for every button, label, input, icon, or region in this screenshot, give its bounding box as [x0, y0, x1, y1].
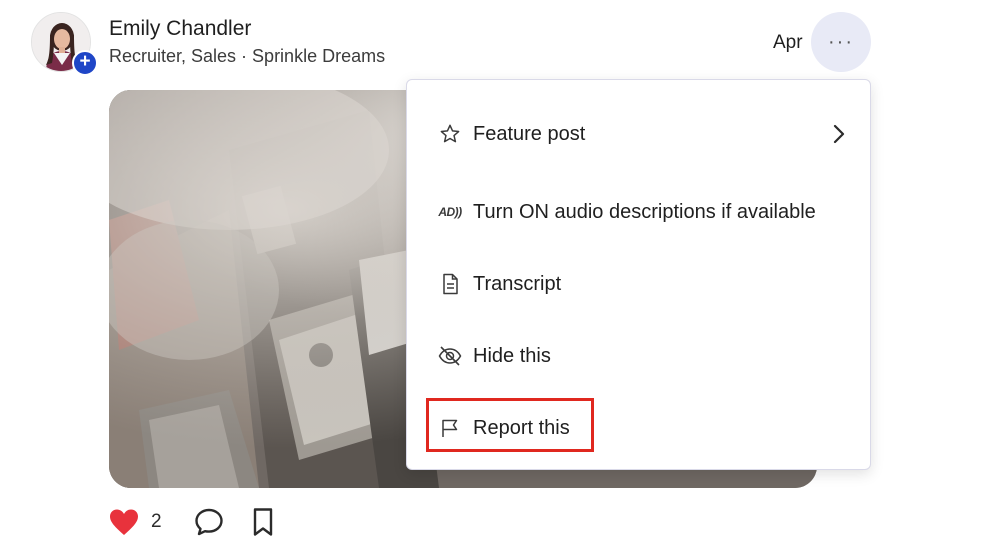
menu-item-label: Turn ON audio descriptions if available: [473, 200, 816, 223]
menu-item-report-this[interactable]: Report this: [407, 398, 870, 458]
menu-item-hide-this[interactable]: Hide this: [407, 326, 870, 386]
post-date: Apr: [773, 32, 803, 53]
document-icon: [438, 272, 462, 296]
bookmark-icon[interactable]: [250, 507, 276, 537]
follow-plus-icon[interactable]: +: [72, 50, 98, 76]
menu-item-transcript[interactable]: Transcript: [407, 254, 870, 314]
like-count[interactable]: 2: [151, 511, 162, 533]
eye-slash-icon: [438, 344, 462, 368]
flag-icon: [438, 416, 462, 440]
comment-icon[interactable]: [194, 507, 224, 537]
menu-item-label: Transcript: [473, 272, 562, 295]
chevron-right-icon: [833, 124, 845, 144]
ellipsis-icon: ···: [828, 30, 854, 53]
author-avatar-wrap[interactable]: +: [31, 12, 98, 76]
menu-item-feature-post[interactable]: Feature post: [407, 104, 870, 164]
more-options-button[interactable]: ···: [811, 12, 871, 72]
menu-item-label: Hide this: [473, 344, 551, 367]
menu-item-audio-descriptions[interactable]: AD)) Turn ON audio descriptions if avail…: [407, 182, 870, 242]
star-icon: [438, 122, 462, 146]
menu-item-label: Report this: [473, 416, 570, 439]
author-name[interactable]: Emily Chandler: [109, 17, 251, 41]
post-card: + Emily Chandler Recruiter, Sales · Spri…: [0, 0, 992, 544]
post-options-menu: Feature post AD)) Turn ON audio descript…: [406, 79, 871, 470]
heart-icon[interactable]: [109, 508, 139, 536]
audio-description-icon: AD)): [438, 205, 462, 219]
menu-item-label: Feature post: [473, 122, 586, 145]
author-headline: Recruiter, Sales · Sprinkle Dreams: [109, 46, 386, 66]
